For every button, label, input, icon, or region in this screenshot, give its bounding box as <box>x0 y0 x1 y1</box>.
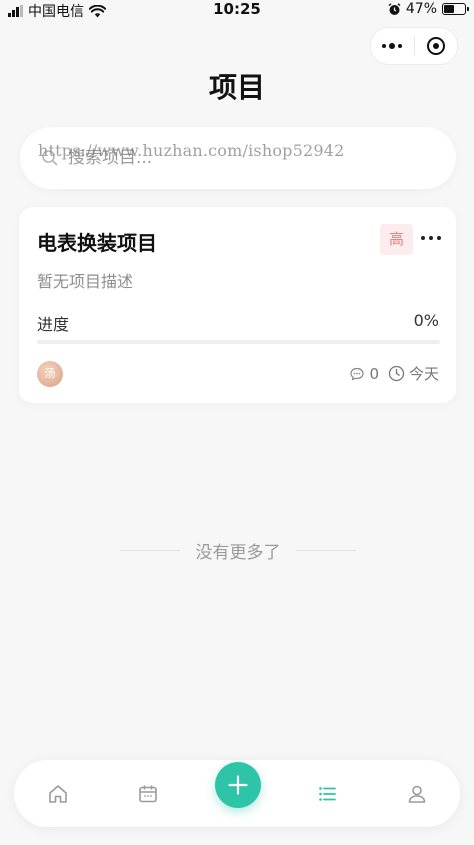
list-icon <box>319 787 336 801</box>
project-meta: 0 今天 <box>349 363 439 384</box>
home-icon <box>49 785 67 803</box>
comment-count: 0 <box>369 364 379 383</box>
more-button[interactable] <box>371 28 414 64</box>
progress-value: 0% <box>413 311 439 330</box>
page-title: 项目 <box>208 71 265 104</box>
battery-icon <box>442 3 469 15</box>
target-circle-icon <box>426 37 445 55</box>
user-icon <box>408 785 426 803</box>
calendar-icon <box>139 785 157 803</box>
avatar: 汤 <box>37 361 63 387</box>
project-date: 今天 <box>408 365 439 383</box>
divider-line-right <box>296 550 356 551</box>
more-dots-icon <box>382 43 403 49</box>
priority-badge: 高 <box>380 224 413 255</box>
miniprogram-capsule <box>370 27 458 65</box>
tab-profile[interactable] <box>403 780 431 808</box>
more-options-icon[interactable] <box>421 233 443 243</box>
status-bar: 中国电信 10:25 47% <box>0 0 474 20</box>
battery-percent: 47% <box>405 1 437 17</box>
progress-track <box>37 340 440 344</box>
alarm-icon <box>388 2 401 15</box>
project-card[interactable]: 电表换装项目 高 暂无项目描述 进度 0% 汤 0 今天 <box>19 207 456 403</box>
search-icon <box>42 150 58 166</box>
clock-icon <box>388 365 405 382</box>
tab-home[interactable] <box>44 780 72 808</box>
search-input[interactable] <box>66 147 430 169</box>
comment-icon <box>350 367 365 381</box>
project-title: 电表换装项目 <box>37 231 157 255</box>
project-description: 暂无项目描述 <box>37 272 134 291</box>
list-end-divider: 没有更多了 <box>120 538 356 563</box>
progress-label: 进度 <box>37 315 70 334</box>
search-bar[interactable] <box>20 127 456 189</box>
plus-icon <box>228 775 248 795</box>
tab-projects[interactable] <box>313 780 341 808</box>
tab-calendar[interactable] <box>134 780 162 808</box>
close-miniprogram-button[interactable] <box>415 28 458 64</box>
add-project-button[interactable] <box>215 762 261 808</box>
